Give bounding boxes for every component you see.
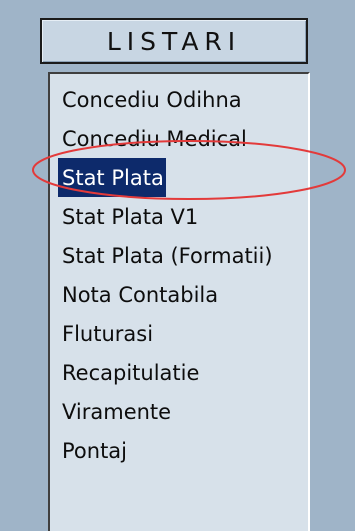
list-item-stat-plata[interactable]: Stat Plata <box>58 158 166 197</box>
list-item-label: Stat Plata V1 <box>62 204 199 229</box>
list-item-recapitulatie[interactable]: Recapitulatie <box>62 353 308 392</box>
list-item-concediu-medical[interactable]: Concediu Medical <box>62 119 308 158</box>
list-item-stat-plata-v1[interactable]: Stat Plata V1 <box>62 197 308 236</box>
list-item-concediu-odihna[interactable]: Concediu Odihna <box>62 80 308 119</box>
list-item-label: Pontaj <box>62 438 128 463</box>
list-item-label: Nota Contabila <box>62 282 219 307</box>
listbox-items: Concediu Odihna Concediu Medical Stat Pl… <box>50 74 308 470</box>
list-item-label: Recapitulatie <box>62 360 200 385</box>
list-item-nota-contabila[interactable]: Nota Contabila <box>62 275 308 314</box>
list-item-label: Stat Plata (Formatii) <box>62 243 273 268</box>
list-item-label: Stat Plata <box>62 165 164 190</box>
list-item-stat-plata-formatii[interactable]: Stat Plata (Formatii) <box>62 236 308 275</box>
listari-title: LISTARI <box>106 26 242 56</box>
list-item-fluturasi[interactable]: Fluturasi <box>62 314 308 353</box>
listari-header: LISTARI <box>40 18 308 64</box>
list-item-pontaj[interactable]: Pontaj <box>62 431 308 470</box>
list-item-label: Viramente <box>62 399 172 424</box>
listari-listbox[interactable]: Concediu Odihna Concediu Medical Stat Pl… <box>48 72 310 531</box>
list-item-label: Concediu Medical <box>62 126 247 151</box>
list-item-label: Concediu Odihna <box>62 87 242 112</box>
list-item-viramente[interactable]: Viramente <box>62 392 308 431</box>
list-item-label: Fluturasi <box>62 321 154 346</box>
